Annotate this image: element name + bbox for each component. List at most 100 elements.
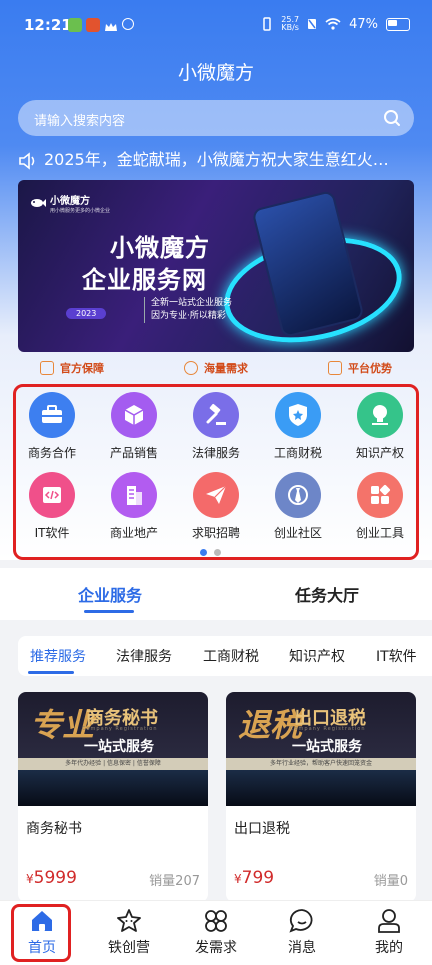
category-label: 商业地产 — [109, 526, 158, 540]
nav-post-demand[interactable]: 发需求 — [186, 907, 246, 957]
page-indicator — [200, 549, 221, 556]
card-image-sub: Company Registration — [290, 726, 366, 732]
card-image-bar: 多年代办经验 | 信息保密 | 信誉保障 — [18, 758, 208, 770]
card-price: ¥5999 — [26, 868, 77, 888]
category-label: IT软件 — [34, 526, 70, 540]
category-label: 产品销售 — [109, 446, 158, 460]
category-job-recruitment[interactable]: 求职招聘 — [181, 472, 251, 541]
nav-label: 铁创营 — [108, 940, 150, 956]
battery-icon — [386, 17, 410, 31]
lightbulb-icon — [184, 361, 198, 375]
app-notification-icon — [86, 18, 100, 32]
category-business-cooperation[interactable]: 商务合作 — [17, 392, 87, 461]
service-card[interactable]: 专业 商务秘书 Company Registration 一站式服务 多年代办经… — [18, 692, 208, 902]
banner-logo-sub: 用小微服务更多的小微企业 — [50, 208, 111, 214]
banner-year: 2023 — [66, 308, 107, 319]
feature-label: 海量需求 — [204, 362, 248, 375]
category-business-tax[interactable]: 工商财税 — [263, 392, 333, 461]
lightbulb-icon — [357, 392, 403, 438]
user-icon — [378, 909, 400, 933]
crown-icon — [104, 20, 118, 31]
star-face-icon — [117, 909, 141, 932]
card-price: ¥799 — [234, 868, 274, 888]
banner-title-line1: 小微魔方 — [110, 234, 210, 262]
tab-enterprise-services[interactable]: 企业服务 — [78, 582, 142, 606]
search-icon[interactable] — [382, 108, 402, 128]
nav-messages[interactable]: 消息 — [272, 907, 332, 957]
network-speed: 25.7 KB/s — [281, 16, 299, 32]
swirl-icon — [122, 18, 134, 30]
notice-bar[interactable]: 2025年，金蛇献瑞，小微魔方祝大家生意红火… — [18, 146, 414, 170]
nav-label: 发需求 — [195, 940, 237, 956]
feature-item: 海量需求 — [184, 358, 248, 378]
active-subtab-indicator — [28, 671, 74, 674]
card-image-city — [226, 770, 416, 806]
currency-symbol: ¥ — [26, 872, 34, 886]
nav-label: 消息 — [288, 940, 316, 956]
category-it-software[interactable]: IT软件 — [17, 472, 87, 541]
chat-icon — [289, 909, 313, 933]
price-value: 5999 — [33, 868, 77, 888]
banner-tagline-1: 全新一站式企业服务 — [151, 298, 233, 308]
subtab-ip[interactable]: 知识产权 — [289, 646, 345, 666]
banner-tagline-2: 因为专业·所以精彩 — [151, 311, 226, 321]
card-name: 商务秘书 — [26, 821, 82, 837]
category-label: 求职招聘 — [191, 526, 240, 540]
banner-title-line2: 企业服务网 — [82, 266, 207, 294]
status-time: 12:21 — [24, 16, 72, 34]
subtab-business-tax[interactable]: 工商财税 — [203, 646, 259, 666]
app-notification-icon — [68, 18, 82, 32]
category-commercial-property[interactable]: 商业地产 — [99, 472, 169, 541]
feature-label: 官方保障 — [60, 362, 104, 375]
currency-symbol: ¥ — [234, 872, 242, 886]
card-name: 出口退税 — [234, 821, 290, 837]
briefcase-icon — [29, 392, 75, 438]
fish-logo-icon — [31, 199, 46, 207]
category-label: 商务合作 — [27, 446, 76, 460]
card-sales: 销量0 — [373, 874, 408, 889]
category-startup-community[interactable]: 创业社区 — [263, 472, 333, 541]
page-dot — [214, 549, 221, 556]
building-icon — [111, 472, 157, 518]
category-label: 法律服务 — [191, 446, 240, 460]
category-label: 工商财税 — [273, 446, 322, 460]
card-image-sub: Company Registration — [82, 726, 158, 732]
main-tabs: 企业服务 任务大厅 — [0, 568, 432, 620]
network-speed-unit: KB/s — [281, 23, 299, 32]
page-title: 小微魔方 — [177, 62, 254, 84]
paper-plane-icon — [193, 472, 239, 518]
search-bar[interactable]: 请输入搜索内容 — [18, 100, 414, 136]
category-label: 创业工具 — [355, 526, 404, 540]
status-bar: 12:21 25.7 KB/s 47% — [0, 0, 432, 52]
card-image-subtitle: 一站式服务 — [292, 739, 362, 755]
feature-item: 平台优势 — [328, 358, 392, 378]
subtab-legal[interactable]: 法律服务 — [116, 646, 172, 666]
card-sales: 销量207 — [149, 874, 200, 889]
price-value: 799 — [241, 868, 275, 888]
category-startup-tools[interactable]: 创业工具 — [345, 472, 415, 541]
service-card[interactable]: 退税 出口退税 Company Registration 一站式服务 多年行业经… — [226, 692, 416, 902]
service-card-image: 专业 商务秘书 Company Registration 一站式服务 多年代办经… — [18, 692, 208, 806]
subtab-it[interactable]: IT软件 — [376, 646, 417, 666]
nav-tiechuangying[interactable]: 铁创营 — [99, 907, 159, 957]
nav-profile[interactable]: 我的 — [359, 907, 419, 957]
search-input[interactable]: 请输入搜索内容 — [34, 110, 125, 129]
subtab-recommended[interactable]: 推荐服务 — [30, 646, 86, 666]
badge-icon — [275, 392, 321, 438]
category-legal-services[interactable]: 法律服务 — [181, 392, 251, 461]
card-image-bar: 多年行业经验，帮助客户快速回笼资金 — [226, 758, 416, 770]
banner-logo: 小微魔方 用小微服务更多的小微企业 — [30, 192, 110, 214]
tab-task-hall[interactable]: 任务大厅 — [295, 582, 359, 606]
box-icon — [111, 392, 157, 438]
category-product-sales[interactable]: 产品销售 — [99, 392, 169, 461]
promo-banner[interactable]: 小微魔方 用小微服务更多的小微企业 小微魔方 企业服务网 2023 全新一站式企业… — [18, 180, 414, 352]
trophy-icon — [328, 361, 342, 375]
feature-label: 平台优势 — [348, 362, 392, 375]
category-label: 知识产权 — [355, 446, 404, 460]
wifi-icon — [325, 18, 341, 30]
card-image-city — [18, 770, 208, 806]
service-card-image: 退税 出口退税 Company Registration 一站式服务 多年行业经… — [226, 692, 416, 806]
category-intellectual-property[interactable]: 知识产权 — [345, 392, 415, 461]
category-label: 创业社区 — [273, 526, 322, 540]
vibrate-icon — [263, 17, 272, 31]
